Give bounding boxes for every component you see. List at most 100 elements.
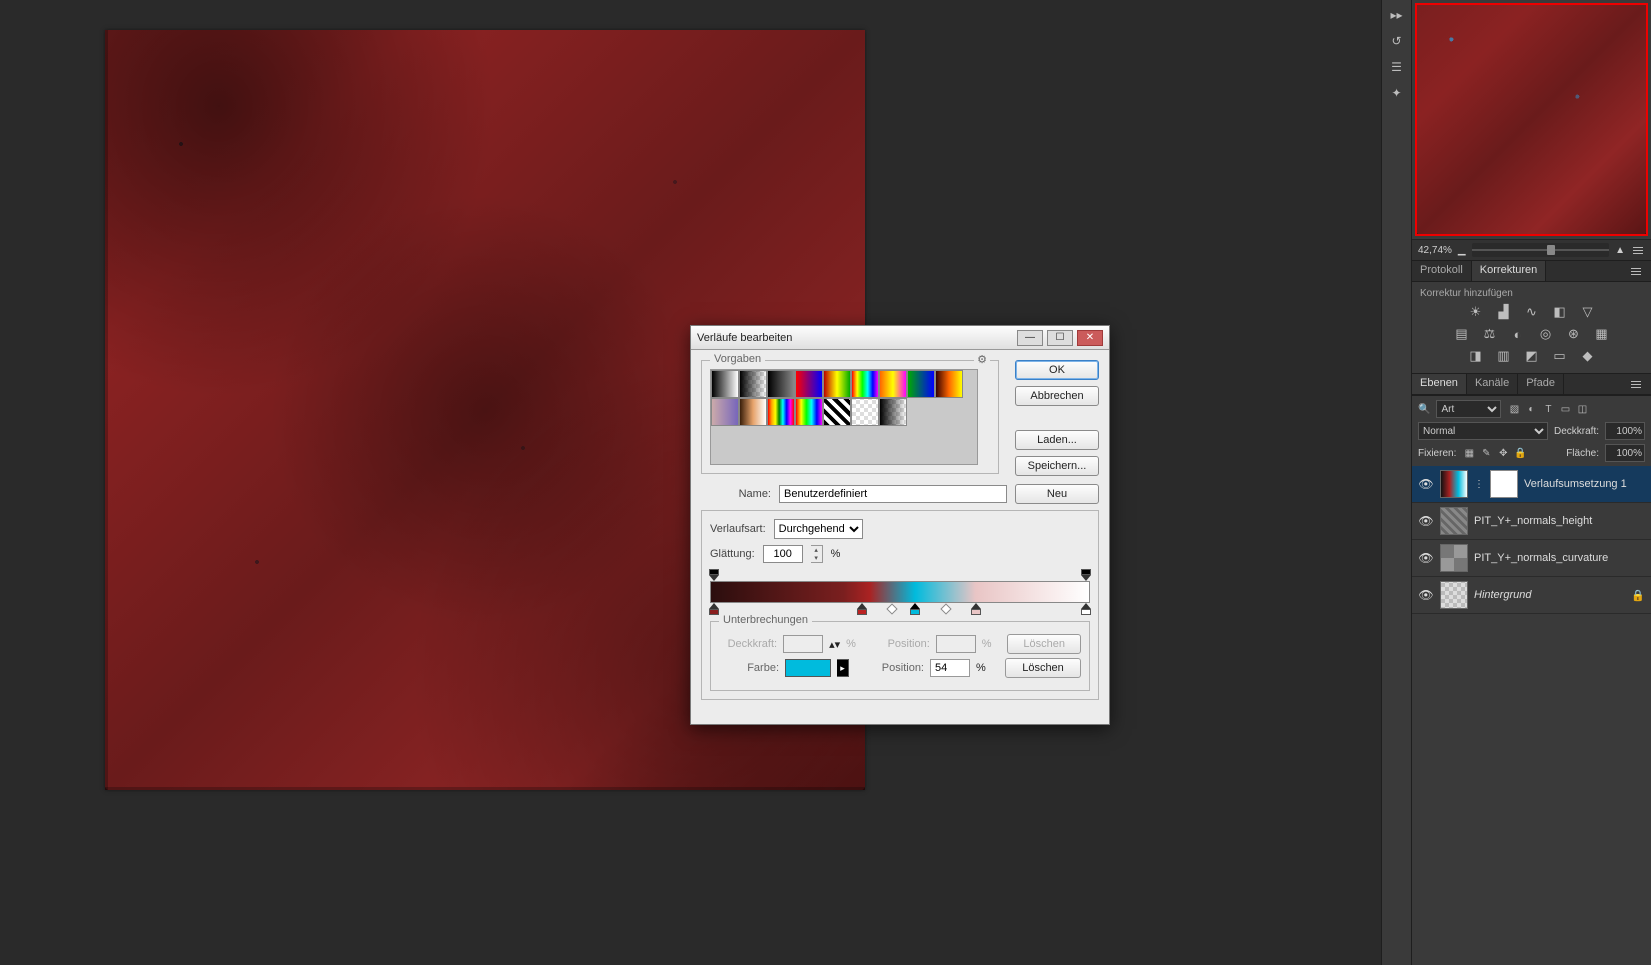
color-swatch[interactable]: [785, 659, 831, 677]
zoom-slider[interactable]: [1472, 243, 1609, 257]
posterize-icon[interactable]: ▥: [1495, 347, 1513, 365]
save-button[interactable]: Speichern...: [1015, 456, 1099, 476]
panel-options-icon[interactable]: [1631, 243, 1645, 257]
color-swatch-dropdown[interactable]: ▸: [837, 659, 849, 677]
tab-pfade[interactable]: Pfade: [1518, 374, 1564, 394]
color-stop[interactable]: [709, 603, 719, 615]
maximize-button[interactable]: ☐: [1047, 330, 1073, 346]
zoom-in-icon[interactable]: ▲: [1615, 245, 1625, 256]
selective-color-icon[interactable]: ◆: [1579, 347, 1597, 365]
layer-thumbnail[interactable]: [1440, 581, 1468, 609]
opacity-stops-track[interactable]: [710, 569, 1090, 581]
tab-protokoll[interactable]: Protokoll: [1412, 261, 1472, 281]
preset-swatch[interactable]: [711, 370, 739, 398]
layer-fill-input[interactable]: [1605, 444, 1645, 462]
threshold-icon[interactable]: ◩: [1523, 347, 1541, 365]
layer-name[interactable]: PIT_Y+_normals_height: [1474, 515, 1645, 527]
color-stop[interactable]: [910, 603, 920, 615]
lock-pixels-icon[interactable]: ✎: [1479, 446, 1493, 460]
lock-transparency-icon[interactable]: ▦: [1462, 446, 1476, 460]
preset-swatch[interactable]: [711, 398, 739, 426]
vibrance-icon[interactable]: ▽: [1579, 303, 1597, 321]
layer-filter-select[interactable]: Art: [1436, 400, 1501, 418]
preset-swatch[interactable]: [767, 398, 795, 426]
new-button[interactable]: Neu: [1015, 484, 1099, 504]
tab-korrekturen[interactable]: Korrekturen: [1472, 261, 1546, 281]
layer-mask-thumbnail[interactable]: [1490, 470, 1518, 498]
properties-panel-icon[interactable]: ☰: [1386, 56, 1408, 78]
preset-swatch[interactable]: [879, 370, 907, 398]
curves-icon[interactable]: ∿: [1523, 303, 1541, 321]
preset-swatch[interactable]: [823, 370, 851, 398]
color-stop[interactable]: [1081, 603, 1091, 615]
panel-options-icon[interactable]: [1621, 374, 1651, 394]
preset-swatch[interactable]: [851, 370, 879, 398]
invert-icon[interactable]: ◨: [1467, 347, 1485, 365]
preset-swatch[interactable]: [795, 398, 823, 426]
lock-all-icon[interactable]: 🔒: [1513, 446, 1527, 460]
filter-pixel-icon[interactable]: ▧: [1507, 402, 1521, 416]
preset-swatch[interactable]: [935, 370, 963, 398]
tab-ebenen[interactable]: Ebenen: [1412, 374, 1467, 394]
filter-type-icon[interactable]: T: [1541, 402, 1555, 416]
visibility-toggle-icon[interactable]: 👁: [1418, 514, 1434, 528]
preset-swatch[interactable]: [851, 398, 879, 426]
preset-swatch[interactable]: [767, 370, 795, 398]
smoothness-stepper[interactable]: ▴▾: [811, 545, 823, 563]
stop-color-position-input[interactable]: [930, 659, 970, 677]
preset-swatch[interactable]: [739, 370, 767, 398]
presets-grid[interactable]: [710, 369, 978, 465]
navigator-thumbnail[interactable]: [1415, 3, 1648, 236]
history-panel-icon[interactable]: ↺: [1386, 30, 1408, 52]
filter-smart-icon[interactable]: ◫: [1575, 402, 1589, 416]
preset-swatch[interactable]: [739, 398, 767, 426]
gradient-type-select[interactable]: Durchgehend: [774, 519, 863, 539]
layer-name[interactable]: Hintergrund: [1474, 589, 1625, 601]
filter-adjust-icon[interactable]: ◐: [1524, 402, 1538, 416]
close-button[interactable]: ✕: [1077, 330, 1103, 346]
hue-icon[interactable]: ▤: [1453, 325, 1471, 343]
layer-row[interactable]: 👁 PIT_Y+_normals_curvature: [1412, 540, 1651, 577]
filter-shape-icon[interactable]: ▭: [1558, 402, 1572, 416]
blend-mode-select[interactable]: Normal: [1418, 422, 1548, 440]
cancel-button[interactable]: Abbrechen: [1015, 386, 1099, 406]
gradient-bar[interactable]: [710, 581, 1090, 603]
presets-options-icon[interactable]: ⚙: [974, 353, 990, 366]
smoothness-input[interactable]: [763, 545, 803, 563]
preset-swatch[interactable]: [879, 398, 907, 426]
minimize-button[interactable]: —: [1017, 330, 1043, 346]
gradient-midpoint[interactable]: [940, 603, 951, 614]
visibility-toggle-icon[interactable]: 👁: [1418, 477, 1434, 491]
photo-filter-icon[interactable]: ◎: [1537, 325, 1555, 343]
delete-color-stop-button[interactable]: Löschen: [1005, 658, 1081, 678]
opacity-stop[interactable]: [709, 569, 719, 581]
tab-kanaele[interactable]: Kanäle: [1467, 374, 1518, 394]
exposure-icon[interactable]: ◧: [1551, 303, 1569, 321]
gradient-name-input[interactable]: [779, 485, 1007, 503]
lut-icon[interactable]: ▦: [1593, 325, 1611, 343]
layer-row[interactable]: 👁 PIT_Y+_normals_height: [1412, 503, 1651, 540]
lock-position-icon[interactable]: ✥: [1496, 446, 1510, 460]
visibility-toggle-icon[interactable]: 👁: [1418, 588, 1434, 602]
filter-icon[interactable]: 🔍: [1418, 404, 1430, 415]
preset-swatch[interactable]: [823, 398, 851, 426]
opacity-stop[interactable]: [1081, 569, 1091, 581]
layer-row[interactable]: 👁 Hintergrund 🔒: [1412, 577, 1651, 614]
bw-icon[interactable]: ◐: [1509, 325, 1527, 343]
levels-icon[interactable]: ▟: [1495, 303, 1513, 321]
ok-button[interactable]: OK: [1015, 360, 1099, 380]
load-button[interactable]: Laden...: [1015, 430, 1099, 450]
zoom-out-icon[interactable]: ▁: [1458, 245, 1466, 256]
adjust-panel-icon[interactable]: ✦: [1386, 82, 1408, 104]
layer-name[interactable]: PIT_Y+_normals_curvature: [1474, 552, 1645, 564]
layer-name[interactable]: Verlaufsumsetzung 1: [1524, 478, 1645, 490]
balance-icon[interactable]: ⚖: [1481, 325, 1499, 343]
brightness-icon[interactable]: ☀: [1467, 303, 1485, 321]
collapse-panels-icon[interactable]: ▸▸: [1386, 4, 1408, 26]
gradient-map-icon[interactable]: ▭: [1551, 347, 1569, 365]
dialog-titlebar[interactable]: Verläufe bearbeiten — ☐ ✕: [691, 326, 1109, 350]
gradient-midpoint[interactable]: [887, 603, 898, 614]
layer-row[interactable]: 👁 ⋮ Verlaufsumsetzung 1: [1412, 466, 1651, 503]
panel-options-icon[interactable]: [1621, 261, 1651, 281]
layer-thumbnail[interactable]: [1440, 544, 1468, 572]
